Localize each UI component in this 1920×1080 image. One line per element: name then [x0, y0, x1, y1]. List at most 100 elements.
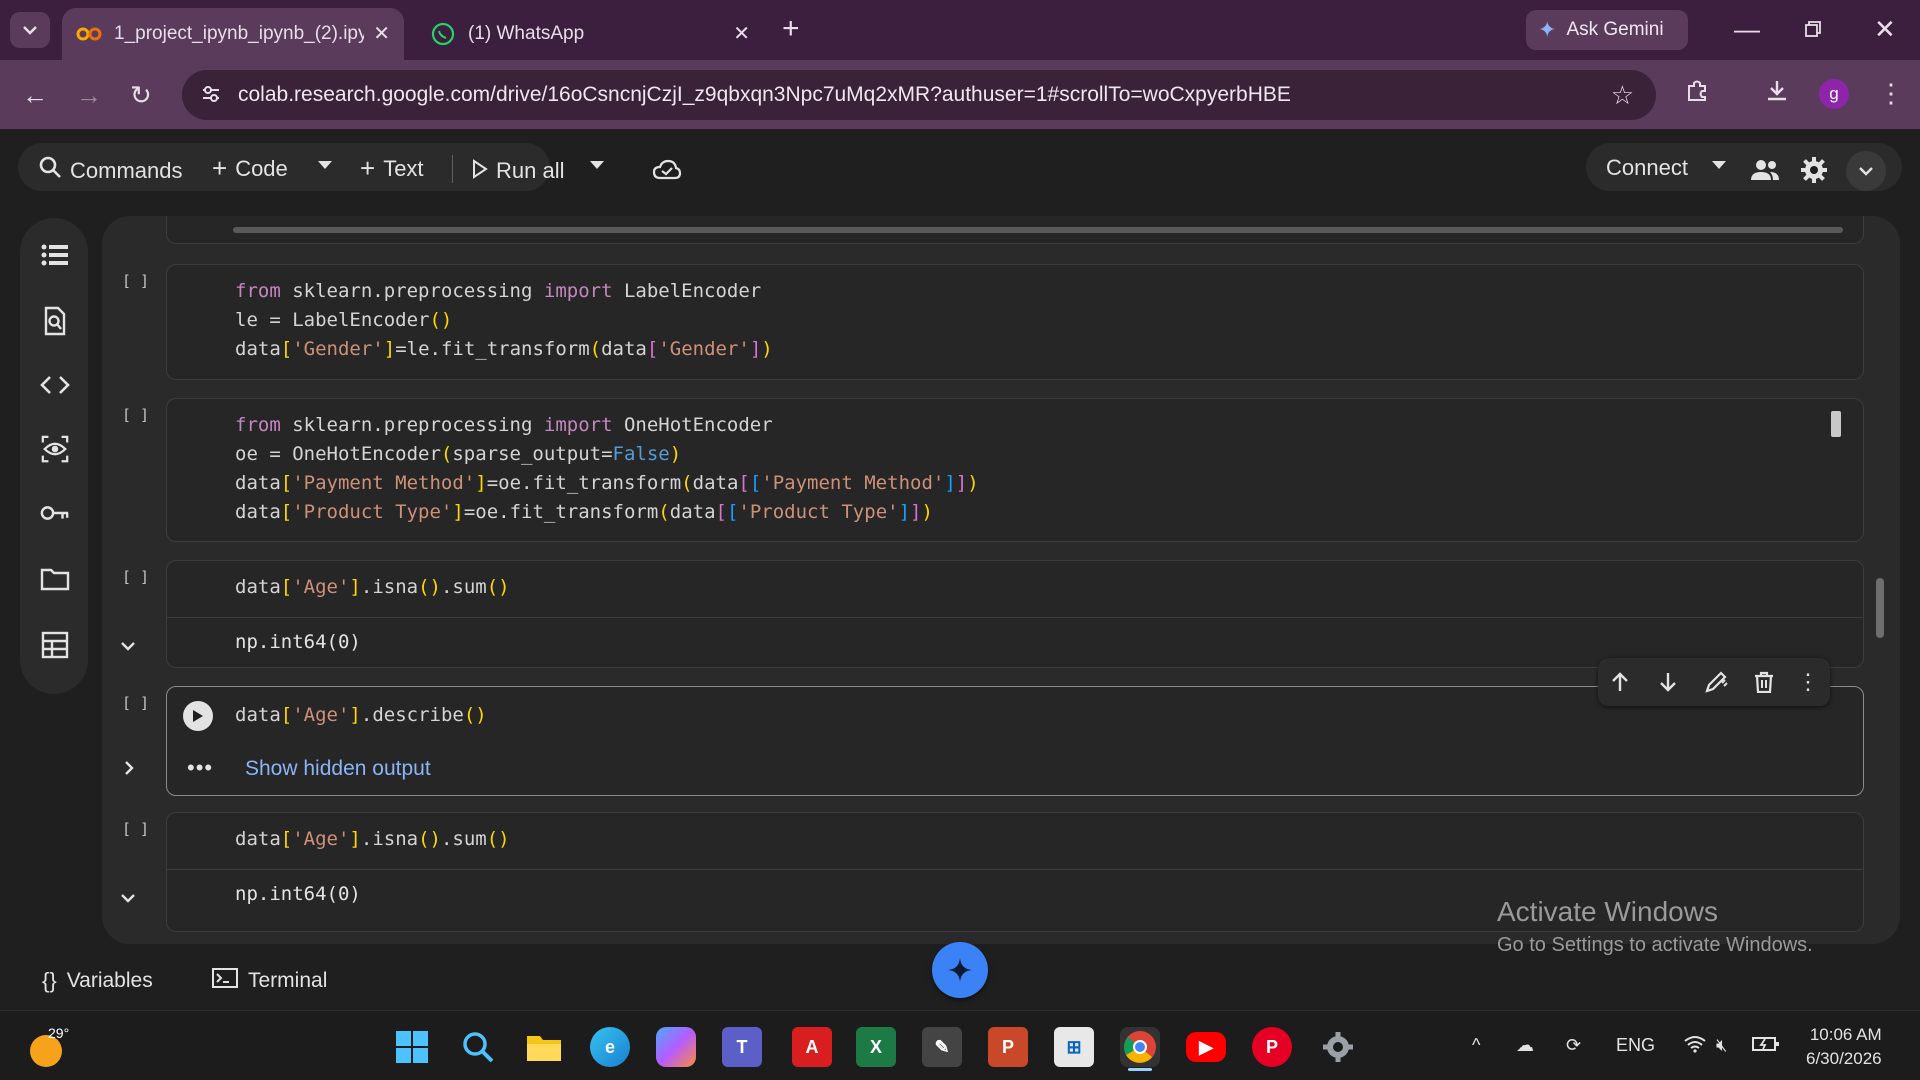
- code-editor[interactable]: from sklearn.preprocessing import LabelE…: [235, 277, 773, 364]
- code-editor[interactable]: data['Age'].describe(): [235, 701, 487, 730]
- expand-output-chevron-icon[interactable]: [124, 760, 134, 781]
- show-hidden-output-link[interactable]: Show hidden output: [245, 757, 431, 781]
- search-icon[interactable]: [458, 1027, 498, 1067]
- more-menu-icon[interactable]: ⋮: [1878, 78, 1904, 109]
- chrome-icon[interactable]: [1120, 1027, 1160, 1067]
- back-arrow-icon[interactable]: ←: [22, 80, 48, 111]
- download-icon[interactable]: [1764, 78, 1790, 111]
- code-cell[interactable]: from sklearn.preprocessing import LabelE…: [166, 264, 1864, 380]
- run-all-button[interactable]: Run all: [472, 155, 564, 186]
- restore-icon[interactable]: [1804, 14, 1822, 45]
- data-table-icon[interactable]: [40, 630, 70, 660]
- new-tab-button[interactable]: +: [782, 14, 800, 44]
- gemini-spark-icon: ✦: [1538, 17, 1557, 42]
- code-cell[interactable]: from sklearn.preprocessing import OneHot…: [166, 398, 1864, 542]
- chevron-down-icon: [23, 26, 37, 35]
- tab-whatsapp[interactable]: (1) WhatsApp ✕: [416, 8, 764, 60]
- site-settings-icon[interactable]: [200, 83, 222, 105]
- bookmark-star-icon[interactable]: ☆: [1611, 80, 1634, 111]
- whatsapp-icon: [430, 21, 456, 47]
- delete-cell-icon[interactable]: [1752, 670, 1776, 694]
- gemini-spark-icon: [948, 958, 972, 982]
- copilot-icon[interactable]: [656, 1027, 696, 1067]
- tab-search-button[interactable]: [10, 12, 50, 48]
- add-text-button[interactable]: + Text: [360, 153, 424, 184]
- code-editor[interactable]: data['Age'].isna().sum(): [235, 825, 510, 854]
- language-indicator[interactable]: ENG: [1616, 1035, 1655, 1056]
- terminal-button[interactable]: Terminal: [212, 968, 327, 994]
- edge-icon[interactable]: e: [590, 1027, 630, 1067]
- output-more-icon: •••: [187, 755, 214, 780]
- variables-button[interactable]: {} Variables: [42, 968, 153, 994]
- extensions-icon[interactable]: [1684, 78, 1710, 111]
- find-icon[interactable]: [40, 306, 70, 336]
- file-explorer-icon[interactable]: [524, 1027, 564, 1067]
- more-actions-icon[interactable]: ⋮: [1796, 669, 1820, 694]
- battery-icon[interactable]: [1752, 1035, 1780, 1058]
- close-tab-icon[interactable]: ✕: [373, 21, 390, 46]
- code-dropdown-icon[interactable]: [318, 161, 332, 169]
- code-editor[interactable]: data['Age'].isna().sum(): [235, 573, 510, 602]
- chevron-down-icon: [1859, 167, 1873, 176]
- youtube-icon[interactable]: ▶: [1186, 1032, 1226, 1062]
- connect-button[interactable]: Connect: [1606, 155, 1688, 181]
- teams-icon[interactable]: T: [722, 1027, 762, 1067]
- sync-icon[interactable]: ⟳: [1566, 1035, 1581, 1056]
- move-cell-up-icon[interactable]: [1608, 670, 1632, 694]
- tab-colab[interactable]: 1_project_ipynb_ipynb_(2).ipynb ✕: [62, 8, 404, 60]
- code-editor[interactable]: from sklearn.preprocessing import OneHot…: [235, 411, 979, 527]
- cell-scroll-indicator: [1831, 411, 1841, 437]
- acrobat-icon[interactable]: A: [792, 1027, 832, 1067]
- system-clock[interactable]: 10:06 AM 6/30/2026: [1806, 1023, 1882, 1071]
- pinterest-icon[interactable]: P: [1252, 1027, 1292, 1067]
- table-of-contents-icon[interactable]: [40, 240, 70, 270]
- cell-output: np.int64(0): [235, 883, 361, 905]
- key-icon[interactable]: [40, 498, 70, 528]
- minimize-icon[interactable]: —: [1734, 14, 1760, 45]
- collapse-header-button[interactable]: [1846, 151, 1886, 191]
- settings-gear-icon[interactable]: [1800, 156, 1828, 184]
- forward-arrow-icon[interactable]: →: [76, 80, 102, 111]
- show-hidden-icons-chevron[interactable]: ^: [1472, 1035, 1480, 1056]
- code-snippets-icon[interactable]: [40, 370, 70, 400]
- connect-dropdown-icon[interactable]: [1712, 161, 1726, 169]
- reload-icon[interactable]: ↻: [130, 80, 152, 111]
- excel-icon[interactable]: X: [856, 1027, 896, 1067]
- store-icon[interactable]: ⊞: [1054, 1027, 1094, 1067]
- profile-avatar[interactable]: g: [1819, 79, 1849, 109]
- commands-button[interactable]: Commands: [38, 155, 182, 186]
- secrets-eye-icon[interactable]: [40, 434, 70, 464]
- browser-tab-strip: 1_project_ipynb_ipynb_(2).ipynb ✕ (1) Wh…: [0, 0, 1920, 60]
- collapse-output-chevron-icon[interactable]: [120, 638, 136, 656]
- colab-toolbar: Commands + Code + Text Run all Connect: [0, 131, 1920, 203]
- settings-icon[interactable]: [1318, 1027, 1358, 1067]
- run-all-label: Run all: [496, 157, 565, 183]
- code-cell[interactable]: data['Age'].isna().sum() np.int64(0): [166, 560, 1864, 668]
- horizontal-scrollbar[interactable]: [233, 227, 1843, 233]
- close-window-icon[interactable]: ✕: [1874, 14, 1896, 45]
- close-tab-icon[interactable]: ✕: [733, 21, 750, 46]
- terminal-icon: [212, 968, 238, 994]
- onedrive-icon[interactable]: ☁: [1516, 1035, 1534, 1056]
- collapse-output-chevron-icon[interactable]: [120, 890, 136, 908]
- tab-title: (1) WhatsApp: [468, 23, 585, 44]
- ask-gemini-button[interactable]: ✦ Ask Gemini: [1526, 10, 1688, 50]
- run-cell-button[interactable]: [183, 701, 213, 731]
- move-cell-down-icon[interactable]: [1656, 670, 1680, 694]
- windows-start-icon[interactable]: [392, 1027, 432, 1067]
- powerpoint-icon[interactable]: P: [988, 1027, 1028, 1067]
- colab-icon: [76, 21, 102, 47]
- wifi-icon[interactable]: [1684, 1035, 1706, 1058]
- gemini-fab-button[interactable]: [932, 942, 988, 998]
- drive-sync-icon[interactable]: [652, 159, 682, 181]
- share-people-icon[interactable]: [1750, 159, 1780, 181]
- folder-icon[interactable]: [40, 564, 70, 594]
- speaker-muted-icon[interactable]: 🔇︎: [1716, 1035, 1727, 1056]
- pen-app-icon[interactable]: ✎: [922, 1027, 962, 1067]
- add-code-button[interactable]: + Code: [212, 153, 288, 184]
- edit-cell-icon[interactable]: [1704, 670, 1728, 694]
- url-omnibox[interactable]: colab.research.google.com/drive/16oCsncn…: [182, 70, 1656, 120]
- notebook-vertical-scrollbar[interactable]: [1876, 578, 1884, 638]
- run-all-dropdown-icon[interactable]: [590, 161, 604, 169]
- play-icon: [472, 155, 488, 186]
